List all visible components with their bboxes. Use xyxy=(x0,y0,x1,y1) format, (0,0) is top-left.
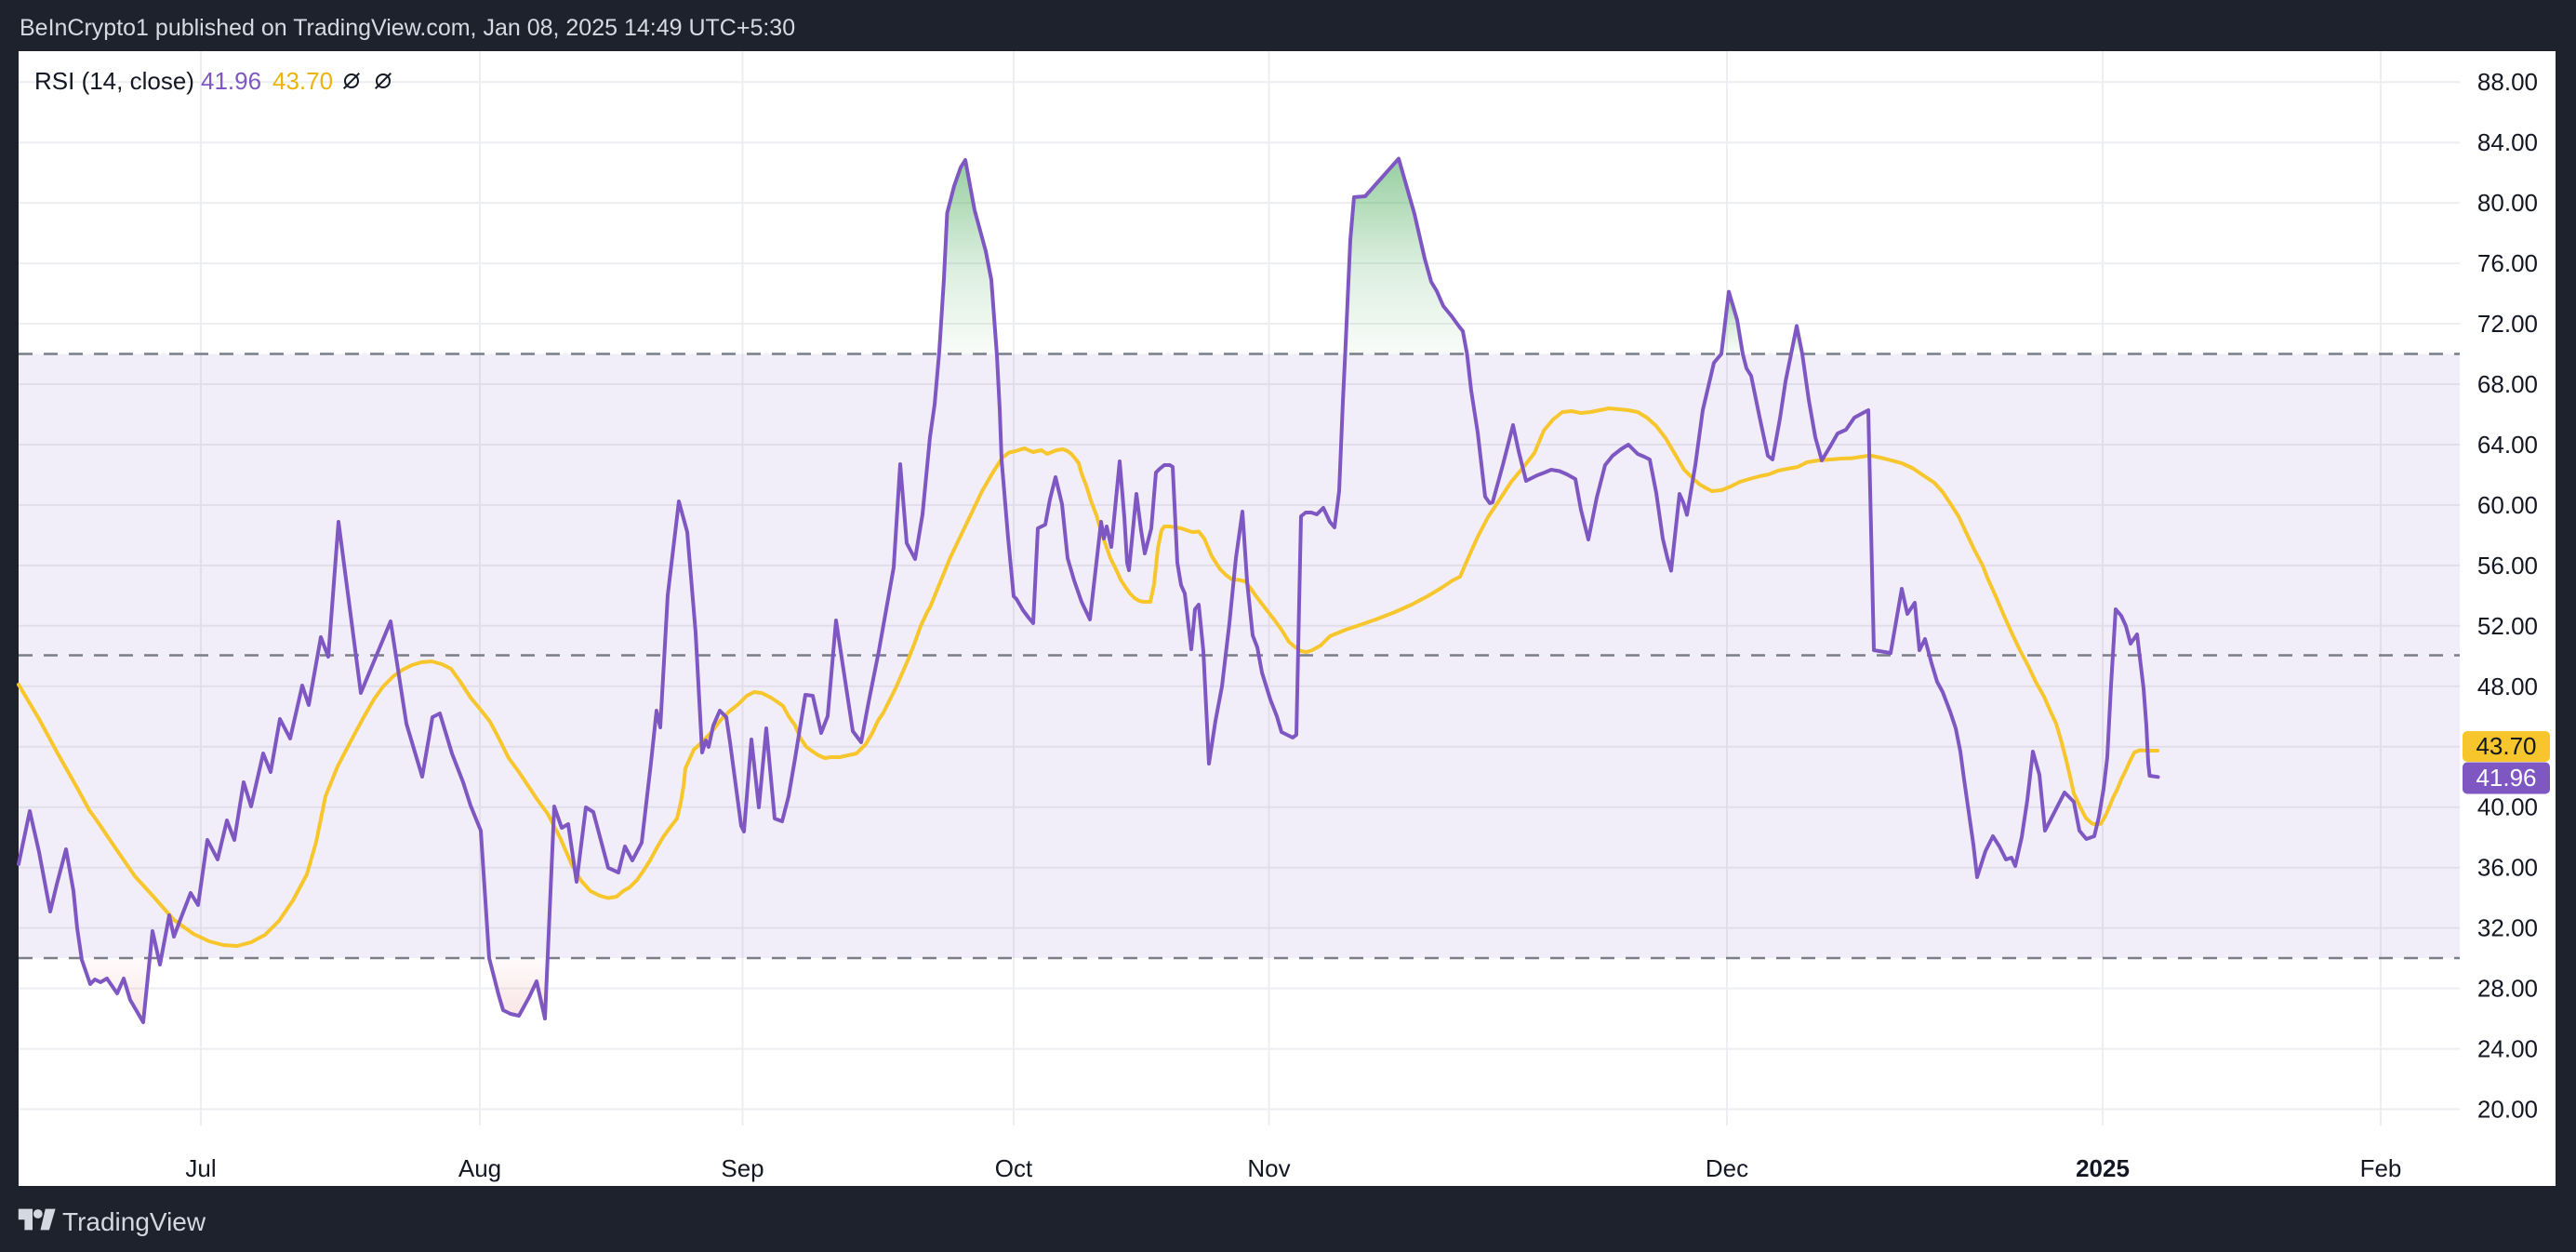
svg-text:41.96: 41.96 xyxy=(201,67,261,95)
svg-text:RSI (14, close): RSI (14, close) xyxy=(34,67,194,95)
svg-text:48.00: 48.00 xyxy=(2477,673,2538,700)
svg-text:36.00: 36.00 xyxy=(2477,854,2538,882)
svg-text:BeInCrypto1 published on Tradi: BeInCrypto1 published on TradingView.com… xyxy=(20,15,795,41)
svg-text:24.00: 24.00 xyxy=(2477,1035,2538,1063)
svg-text:56.00: 56.00 xyxy=(2477,552,2538,579)
svg-text:68.00: 68.00 xyxy=(2477,370,2538,398)
svg-text:Jul: Jul xyxy=(185,1154,216,1182)
svg-text:28.00: 28.00 xyxy=(2477,975,2538,1003)
svg-text:64.00: 64.00 xyxy=(2477,431,2538,459)
svg-text:52.00: 52.00 xyxy=(2477,612,2538,640)
svg-text:84.00: 84.00 xyxy=(2477,128,2538,156)
svg-text:41.96: 41.96 xyxy=(2476,764,2536,792)
svg-text:Sep: Sep xyxy=(721,1154,764,1182)
svg-text:80.00: 80.00 xyxy=(2477,189,2538,217)
svg-text:43.70: 43.70 xyxy=(272,67,333,95)
svg-text:60.00: 60.00 xyxy=(2477,491,2538,519)
svg-text:43.70: 43.70 xyxy=(2476,732,2536,760)
svg-text:88.00: 88.00 xyxy=(2477,68,2538,96)
svg-text:32.00: 32.00 xyxy=(2477,914,2538,942)
svg-text:20.00: 20.00 xyxy=(2477,1096,2538,1124)
svg-text:Oct: Oct xyxy=(995,1154,1033,1182)
svg-text:Aug: Aug xyxy=(458,1154,501,1182)
svg-text:TradingView: TradingView xyxy=(62,1207,206,1236)
svg-text:Dec: Dec xyxy=(1706,1154,1748,1182)
svg-text:2025: 2025 xyxy=(2076,1154,2130,1182)
svg-text:40.00: 40.00 xyxy=(2477,793,2538,821)
svg-text:76.00: 76.00 xyxy=(2477,249,2538,277)
svg-text:72.00: 72.00 xyxy=(2477,310,2538,338)
svg-text:Feb: Feb xyxy=(2360,1154,2402,1182)
svg-text:Nov: Nov xyxy=(1247,1154,1290,1182)
